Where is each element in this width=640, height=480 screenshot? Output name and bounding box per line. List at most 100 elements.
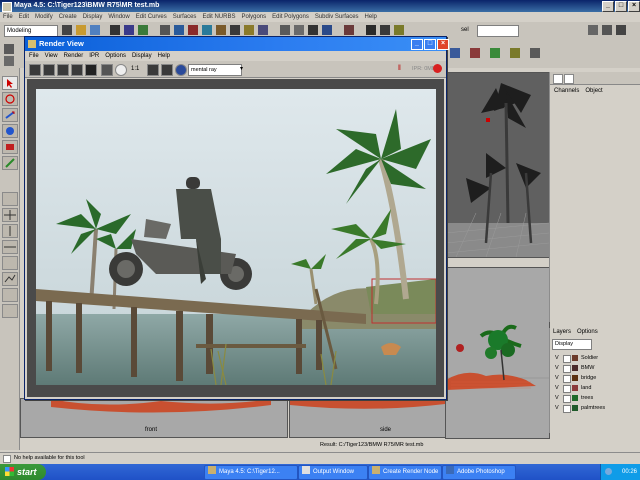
- refresh-ipr-icon[interactable]: [57, 64, 69, 76]
- menu-file[interactable]: File: [3, 12, 13, 22]
- rendered-image[interactable]: [36, 89, 436, 385]
- layer-template-toggle[interactable]: [563, 365, 571, 373]
- tray-network-icon[interactable]: [605, 468, 612, 475]
- select-hierarchy-icon[interactable]: [110, 25, 120, 35]
- shelf-menu-icon[interactable]: [4, 56, 14, 66]
- menu-edit-polygons[interactable]: Edit Polygons: [272, 12, 309, 22]
- rotate-tool-icon[interactable]: [2, 124, 18, 138]
- remove-image-icon[interactable]: [161, 64, 173, 76]
- menu-edit-nurbs[interactable]: Edit NURBS: [202, 12, 235, 22]
- mask-curves-icon[interactable]: [188, 25, 198, 35]
- layer-visibility[interactable]: V: [555, 374, 559, 382]
- side-bottom-viewport[interactable]: side: [289, 398, 446, 438]
- menu-subdiv-surfaces[interactable]: Subdiv Surfaces: [315, 12, 359, 22]
- layout-single-icon[interactable]: [2, 192, 18, 206]
- rv-menu-display[interactable]: Display: [132, 51, 152, 61]
- menu-modify[interactable]: Modify: [35, 12, 53, 22]
- shelf-cube-icon[interactable]: [470, 48, 480, 58]
- channel-box-icon-a[interactable]: [553, 74, 563, 84]
- render-region-icon[interactable]: [71, 64, 83, 76]
- task-output-window[interactable]: Output Window: [298, 465, 368, 480]
- maximize-button[interactable]: □: [615, 1, 627, 12]
- layer-row[interactable]: V Soldier: [553, 354, 639, 363]
- mask-misc-icon[interactable]: [258, 25, 268, 35]
- display-rgb-icon[interactable]: [101, 64, 113, 76]
- layout-graph-icon[interactable]: [2, 272, 18, 286]
- render-globals-icon[interactable]: [394, 25, 404, 35]
- start-button[interactable]: start: [0, 464, 46, 480]
- mask-surfaces-icon[interactable]: [202, 25, 212, 35]
- rv-minimize-button[interactable]: _: [411, 39, 423, 50]
- mask-joints-icon[interactable]: [174, 25, 184, 35]
- mask-handles-icon[interactable]: [160, 25, 170, 35]
- layer-display-select[interactable]: Display: [552, 339, 592, 350]
- layer-template-toggle[interactable]: [563, 385, 571, 393]
- stop-render-icon[interactable]: [433, 64, 442, 73]
- render-view-title-bar[interactable]: Render View _ □ ×: [25, 37, 449, 51]
- display-alpha-icon[interactable]: [115, 64, 127, 76]
- menu-polygons[interactable]: Polygons: [241, 12, 266, 22]
- layout-persp-outliner-icon[interactable]: [2, 256, 18, 270]
- menu-create[interactable]: Create: [59, 12, 77, 22]
- menu-window[interactable]: Window: [108, 12, 129, 22]
- minimize-button[interactable]: _: [602, 1, 614, 12]
- rv-menu-options[interactable]: Options: [105, 51, 126, 61]
- rv-menu-help[interactable]: Help: [158, 51, 170, 61]
- renderer-dropdown-icon[interactable]: ▾: [240, 65, 243, 72]
- layer-template-toggle[interactable]: [563, 355, 571, 363]
- new-scene-icon[interactable]: [62, 25, 72, 35]
- shelf-cylinder-icon[interactable]: [490, 48, 500, 58]
- rv-menu-ipr[interactable]: IPR: [89, 51, 99, 61]
- menu-help[interactable]: Help: [365, 12, 377, 22]
- select-object-icon[interactable]: [124, 25, 134, 35]
- snap-point-icon[interactable]: [308, 25, 318, 35]
- snap-curve-icon[interactable]: [294, 25, 304, 35]
- layout-two-vertical-icon[interactable]: [2, 224, 18, 238]
- menu-edit[interactable]: Edit: [19, 12, 29, 22]
- channel-box-icon[interactable]: [616, 25, 626, 35]
- menu-surfaces[interactable]: Surfaces: [173, 12, 197, 22]
- render-icon[interactable]: [366, 25, 376, 35]
- menu-edit-curves[interactable]: Edit Curves: [136, 12, 167, 22]
- selection-input[interactable]: [477, 25, 519, 37]
- mask-dynamics-icon[interactable]: [230, 25, 240, 35]
- rv-maximize-button[interactable]: □: [424, 39, 436, 50]
- side-viewport[interactable]: [445, 267, 550, 439]
- layer-visibility[interactable]: V: [555, 384, 559, 392]
- task-create-render-node[interactable]: Create Render Node: [368, 465, 442, 480]
- snap-grid-icon[interactable]: [280, 25, 290, 35]
- layer-template-toggle[interactable]: [563, 395, 571, 403]
- tab-options[interactable]: Options: [577, 328, 598, 337]
- rv-close-button[interactable]: ×: [437, 39, 449, 50]
- menu-display[interactable]: Display: [83, 12, 103, 22]
- select-tool-icon[interactable]: [2, 76, 18, 90]
- layout-persp-graph-icon[interactable]: [2, 304, 18, 318]
- tool-settings-icon[interactable]: [602, 25, 612, 35]
- shelf-cone-icon[interactable]: [510, 48, 520, 58]
- front-viewport[interactable]: front: [20, 398, 288, 438]
- layout-two-horizontal-icon[interactable]: [2, 240, 18, 254]
- layer-template-toggle[interactable]: [563, 375, 571, 383]
- select-component-icon[interactable]: [138, 25, 148, 35]
- snapshot-icon[interactable]: [85, 64, 97, 76]
- pause-icon[interactable]: ‖: [398, 64, 401, 74]
- layer-row[interactable]: V BMW: [553, 364, 639, 373]
- render-camera-icon[interactable]: [175, 64, 187, 76]
- ipr-render-button-icon[interactable]: [43, 64, 55, 76]
- lasso-tool-icon[interactable]: [2, 92, 18, 106]
- layer-visibility[interactable]: V: [555, 404, 559, 412]
- shelf-tab-icon[interactable]: [4, 44, 14, 54]
- snap-view-plane-icon[interactable]: [322, 25, 332, 35]
- attribute-editor-icon[interactable]: [588, 25, 598, 35]
- task-maya[interactable]: Maya 4.5: C:\Tiger12...: [204, 465, 298, 480]
- ratio-button[interactable]: 1:1: [131, 64, 139, 74]
- shelf-sphere-icon[interactable]: [450, 48, 460, 58]
- layer-visibility[interactable]: V: [555, 394, 559, 402]
- history-icon[interactable]: [344, 25, 354, 35]
- layout-hypershade-icon[interactable]: [2, 288, 18, 302]
- layer-visibility[interactable]: V: [555, 364, 559, 372]
- tab-channels[interactable]: Channels: [554, 86, 579, 96]
- layer-row[interactable]: Vbridge: [553, 374, 639, 383]
- open-scene-icon[interactable]: [76, 25, 86, 35]
- task-photoshop[interactable]: Adobe Photoshop: [442, 465, 516, 480]
